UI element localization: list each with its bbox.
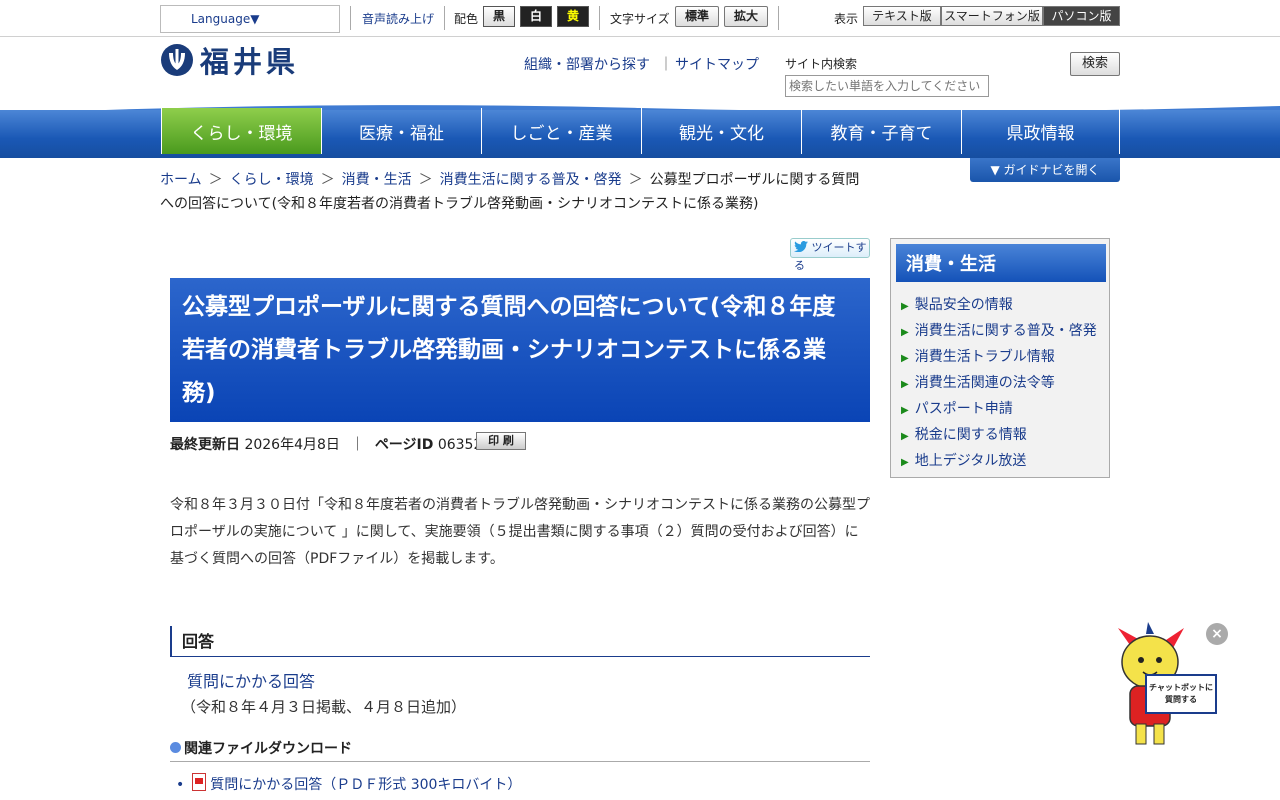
divider xyxy=(444,6,445,30)
breadcrumb: ホーム＞くらし・環境＞消費・生活＞消費生活に関する普及・啓発＞公募型プロポーザル… xyxy=(160,168,860,216)
gnav-kurashi[interactable]: くらし・環境 xyxy=(161,108,321,154)
view-smartphone-button[interactable]: スマートフォン版 xyxy=(941,6,1043,26)
chatbot-sign[interactable]: チャットボットに 質問する xyxy=(1145,674,1217,714)
sidebar-item-fukyu[interactable]: 消費生活に関する普及・啓発 xyxy=(901,320,1097,340)
chatbot-sign-line2: 質問する xyxy=(1165,695,1197,704)
breadcrumb-fukyu[interactable]: 消費生活に関する普及・啓発 xyxy=(440,172,622,188)
pdf-icon xyxy=(192,773,207,791)
color-yellow-button[interactable]: 黄 xyxy=(557,6,589,27)
page-title: 公募型プロポーザルに関する質問への回答について(令和８年度若者の消費者トラブル啓… xyxy=(170,278,870,422)
sidebar-title: 消費・生活 xyxy=(896,244,1106,282)
sitemap-link[interactable]: サイトマップ xyxy=(675,54,759,74)
page-id-label: ページID xyxy=(374,437,434,453)
answer-link[interactable]: 質問にかかる回答 xyxy=(187,668,315,692)
breadcrumb-shohi[interactable]: 消費・生活 xyxy=(342,172,412,188)
meta-divider: ｜ xyxy=(350,437,365,453)
language-select[interactable]: Language▼ xyxy=(160,5,340,33)
chatbot-sign-line1: チャットボットに xyxy=(1149,683,1213,692)
sidebar-item-seihin[interactable]: 製品安全の情報 xyxy=(901,294,1013,314)
tweet-button[interactable]: ツイートする xyxy=(790,238,870,272)
page-meta: 最終更新日 2026年4月8日 ｜ ページID 063524 xyxy=(170,434,491,454)
fukui-emblem-icon xyxy=(161,44,193,76)
sidebar-item-passport[interactable]: パスポート申請 xyxy=(901,398,1013,418)
font-size-label: 文字サイズ xyxy=(610,12,670,26)
header-divider: ｜ xyxy=(659,57,673,73)
view-text-button[interactable]: テキスト版 xyxy=(863,6,941,26)
font-large-button[interactable]: 拡大 xyxy=(724,6,768,27)
chatbot-close-icon[interactable]: × xyxy=(1206,623,1228,645)
twitter-bird-icon xyxy=(794,241,808,253)
view-pc-button[interactable]: パソコン版 xyxy=(1043,6,1120,26)
bullet: • xyxy=(176,777,185,793)
breadcrumb-sep: ＞ xyxy=(628,172,643,188)
sidebar-item-trouble[interactable]: 消費生活トラブル情報 xyxy=(901,346,1055,366)
gnav-kanko[interactable]: 観光・文化 xyxy=(641,108,801,154)
sidebar-item-zeikin[interactable]: 税金に関する情報 xyxy=(901,424,1027,444)
download-link[interactable]: 質問にかかる回答（ＰＤＦ形式 300キロバイト） xyxy=(210,777,521,793)
updated-label: 最終更新日 xyxy=(170,437,240,453)
breadcrumb-sep: ＞ xyxy=(320,172,335,188)
sidebar-item-horei[interactable]: 消費生活関連の法令等 xyxy=(901,372,1055,392)
site-logo[interactable]: 福井県 xyxy=(160,42,300,79)
download-item[interactable]: • 質問にかかる回答（ＰＤＦ形式 300キロバイト） xyxy=(176,773,521,794)
divider xyxy=(350,6,351,30)
breadcrumb-sep: ＞ xyxy=(208,172,223,188)
gnav-kensei[interactable]: 県政情報 xyxy=(961,108,1120,154)
search-input[interactable] xyxy=(785,75,989,97)
guide-navi-button[interactable]: ▼ ガイドナビを開く xyxy=(970,158,1120,182)
org-search-link[interactable]: 組織・部署から探す xyxy=(524,54,650,74)
breadcrumb-home[interactable]: ホーム xyxy=(160,172,202,188)
gnav-shigoto[interactable]: しごと・産業 xyxy=(481,108,641,154)
divider xyxy=(599,6,600,30)
gnav-iryo[interactable]: 医療・福祉 xyxy=(321,108,481,154)
print-button[interactable]: 印 刷 xyxy=(476,432,526,450)
search-label: サイト内検索 xyxy=(785,57,858,71)
color-black-button[interactable]: 黒 xyxy=(483,6,515,27)
breadcrumb-kurashi[interactable]: くらし・環境 xyxy=(230,172,314,188)
font-standard-button[interactable]: 標準 xyxy=(675,6,719,27)
color-label: 配色 xyxy=(454,12,479,26)
search-button[interactable]: 検索 xyxy=(1070,52,1120,76)
body-text: 令和８年３月３０日付「令和８年度若者の消費者トラブル啓発動画・シナリオコンテスト… xyxy=(170,497,870,567)
sidebar: 消費・生活 製品安全の情報 消費生活に関する普及・啓発 消費生活トラブル情報 消… xyxy=(890,238,1110,478)
sidebar-item-digital[interactable]: 地上デジタル放送 xyxy=(901,450,1027,470)
utility-bar: Language▼ 音声読み上げ 配色 黒 白 黄 文字サイズ 標準 拡大 表示… xyxy=(0,0,1280,37)
read-aloud-link[interactable]: 音声読み上げ xyxy=(362,10,434,27)
section-heading-answer: 回答 xyxy=(170,626,870,657)
color-white-button[interactable]: 白 xyxy=(520,6,552,27)
download-heading: 関連ファイルダウンロード xyxy=(170,738,870,762)
display-label: 表示 xyxy=(834,12,859,26)
updated-value: 2026年4月8日 xyxy=(244,437,340,453)
gnav-kyoiku[interactable]: 教育・子育て xyxy=(801,108,961,154)
answer-note: （令和８年４月３日掲載、４月８日追加） xyxy=(181,698,467,716)
divider xyxy=(778,6,779,30)
breadcrumb-sep: ＞ xyxy=(418,172,433,188)
logo-text: 福井県 xyxy=(200,45,300,79)
